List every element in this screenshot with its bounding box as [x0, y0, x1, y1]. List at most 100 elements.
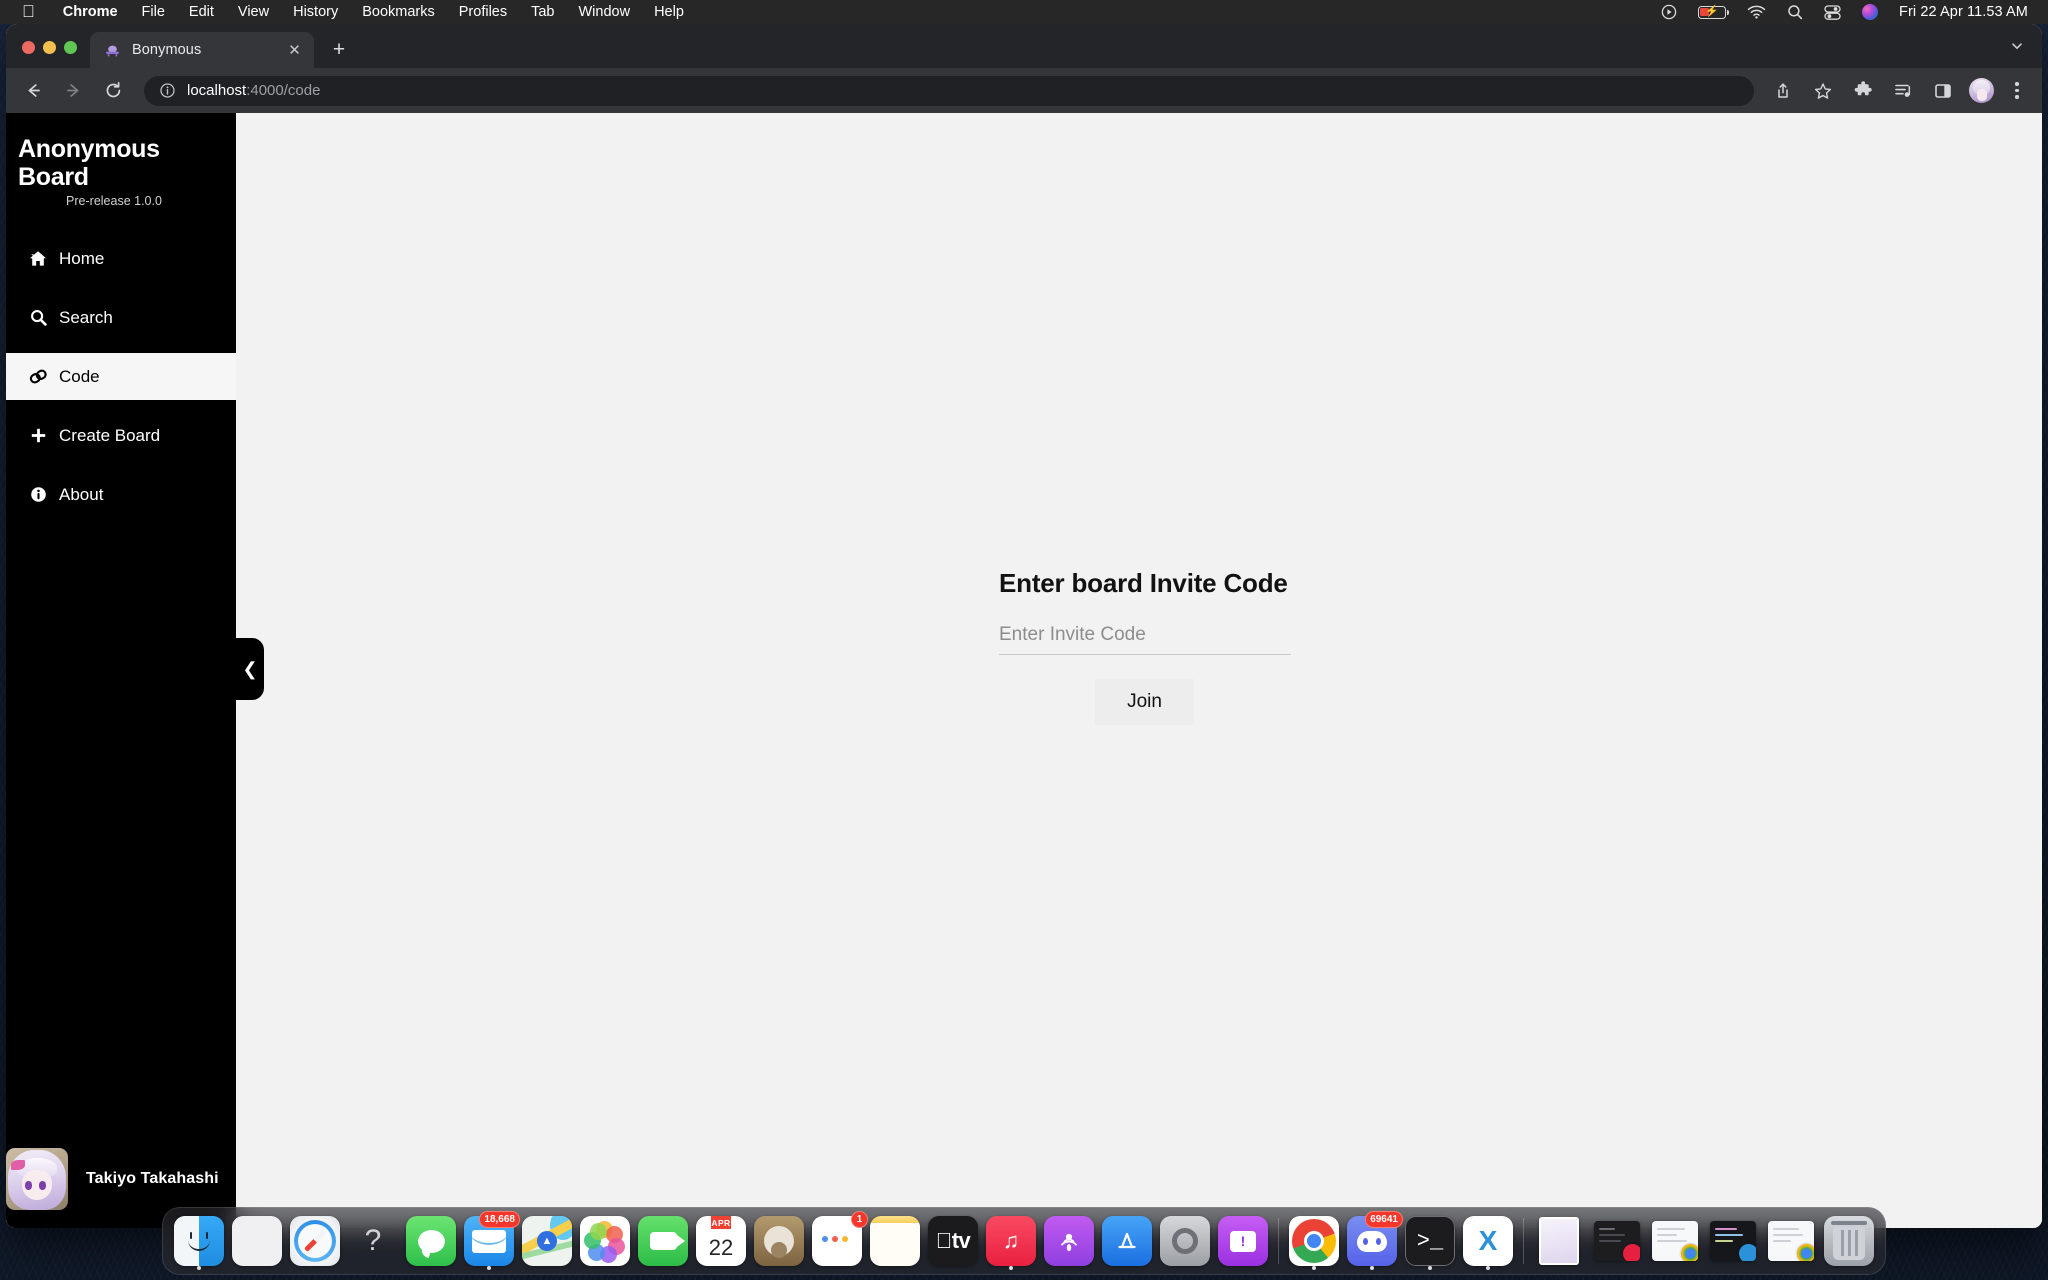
screen-record-icon[interactable]: [1661, 4, 1677, 20]
apple-menu-icon[interactable]: : [0, 3, 51, 20]
battery-icon[interactable]: ⚡: [1698, 5, 1730, 19]
chrome-menu-kebab-icon[interactable]: [2004, 78, 2030, 104]
dock-app-question-mark[interactable]: ?: [345, 1213, 401, 1269]
app-sidebar: Anonymous Board Pre-release 1.0.0 Home S…: [6, 113, 236, 1228]
dock-app-app-store[interactable]: [1099, 1213, 1155, 1269]
tab-search-chevron-down-icon[interactable]: [2004, 33, 2030, 59]
menu-file[interactable]: File: [130, 4, 177, 20]
dock-app-facetime[interactable]: [635, 1213, 691, 1269]
menu-tab[interactable]: Tab: [519, 4, 566, 20]
menu-help[interactable]: Help: [642, 4, 696, 20]
chat-glyph: !: [1230, 1230, 1256, 1252]
dock-app-finder[interactable]: [171, 1213, 227, 1270]
sidebar-item-home[interactable]: Home: [6, 235, 236, 282]
sidebar-collapse-toggle[interactable]: ❮: [236, 638, 264, 700]
invite-code-input[interactable]: [999, 621, 1291, 655]
menu-history[interactable]: History: [281, 4, 350, 20]
side-panel-icon[interactable]: [1926, 74, 1960, 108]
dock-app-system-preferences[interactable]: [1157, 1213, 1213, 1269]
dock-app-messages[interactable]: [403, 1213, 459, 1269]
dock-minimized-anime-window[interactable]: [1531, 1213, 1587, 1269]
dock-app-launchpad[interactable]: [229, 1213, 285, 1269]
siri-icon[interactable]: [1862, 4, 1879, 20]
dock-app-music[interactable]: ♫: [983, 1213, 1039, 1270]
window-traffic-lights: [6, 41, 90, 68]
bookmark-star-icon[interactable]: [1806, 74, 1840, 108]
extensions-puzzle-icon[interactable]: [1846, 74, 1880, 108]
forward-button[interactable]: [56, 74, 90, 108]
spotlight-search-icon[interactable]: [1787, 4, 1803, 20]
dock-minimized-vscode-window[interactable]: [1705, 1213, 1761, 1269]
bonymous-favicon-icon: [104, 42, 121, 59]
info-circle-icon: [28, 486, 48, 503]
dock-minimized-chrome-window-1[interactable]: [1647, 1213, 1703, 1269]
dock-app-calendar[interactable]: APR 22: [693, 1213, 749, 1269]
terminal-prompt-glyph: >_: [1416, 1228, 1444, 1254]
address-bar[interactable]: localhost:4000/code: [144, 75, 1754, 106]
macos-dock: ? 18,668 ▲ APR 22 1 tv ♫ ! 69641 >_ X: [162, 1207, 1886, 1275]
control-center-icon[interactable]: [1824, 4, 1841, 20]
browser-toolbar: localhost:4000/code: [6, 68, 2042, 113]
address-bar-host: localhost: [187, 82, 247, 99]
sidebar-item-create-board[interactable]: Create Board: [6, 412, 236, 459]
close-window-button[interactable]: [22, 41, 35, 54]
macos-menu-bar:  Chrome File Edit View History Bookmark…: [0, 0, 2048, 24]
sidebar-item-search[interactable]: Search: [6, 294, 236, 341]
mail-unread-badge: 18,668: [479, 1211, 520, 1228]
reload-button[interactable]: [96, 74, 130, 108]
address-bar-path: :4000/code: [246, 82, 321, 99]
dock-app-chrome[interactable]: [1286, 1213, 1342, 1270]
home-icon: [28, 250, 48, 267]
apple-tv-label: tv: [943, 1228, 971, 1253]
menu-chrome[interactable]: Chrome: [51, 4, 130, 20]
maximize-window-button[interactable]: [64, 41, 77, 54]
dock-app-podcasts[interactable]: [1041, 1213, 1097, 1269]
dock-app-contacts[interactable]: [751, 1213, 807, 1269]
toolbar-right-icons: [1763, 74, 2030, 108]
dock-app-vscode[interactable]: X: [1460, 1213, 1516, 1270]
menu-edit[interactable]: Edit: [177, 4, 226, 20]
vscode-glyph: X: [1478, 1225, 1498, 1256]
dock-app-maps[interactable]: ▲: [519, 1213, 575, 1269]
menu-view[interactable]: View: [226, 4, 281, 20]
media-playlist-icon[interactable]: [1886, 74, 1920, 108]
dock-minimized-chrome-window-2[interactable]: [1763, 1213, 1819, 1269]
tab-close-icon[interactable]: ✕: [285, 41, 304, 60]
dock-app-notes[interactable]: [867, 1213, 923, 1269]
dock-app-apple-tv[interactable]: tv: [925, 1213, 981, 1269]
dock-minimized-music-window[interactable]: [1589, 1213, 1645, 1269]
browser-tab-bonymous[interactable]: Bonymous ✕: [90, 32, 314, 68]
menubar-clock[interactable]: Fri 22 Apr 11.53 AM: [1899, 4, 2028, 20]
dock-app-safari[interactable]: [287, 1213, 343, 1269]
dock-app-reminders[interactable]: 1: [809, 1211, 868, 1269]
site-info-icon[interactable]: [159, 82, 176, 99]
menu-bookmarks[interactable]: Bookmarks: [350, 4, 447, 20]
dock-app-photos[interactable]: [577, 1213, 633, 1269]
menu-window[interactable]: Window: [567, 4, 643, 20]
sidebar-brand: Anonymous Board Pre-release 1.0.0: [6, 113, 236, 209]
wifi-icon[interactable]: [1747, 5, 1766, 19]
dock-app-discord[interactable]: 69641: [1344, 1211, 1403, 1270]
sidebar-item-label: Search: [59, 308, 113, 328]
minimize-window-button[interactable]: [43, 41, 56, 54]
avatar: [6, 1148, 68, 1210]
back-button[interactable]: [16, 74, 50, 108]
new-tab-button[interactable]: +: [324, 34, 354, 64]
sidebar-item-label: Home: [59, 249, 105, 269]
sidebar-item-label: Create Board: [59, 426, 161, 446]
dock-separator-1: [1278, 1218, 1279, 1264]
music-note-icon: ♫: [1002, 1228, 1020, 1253]
sidebar-item-about[interactable]: About: [6, 471, 236, 518]
sidebar-item-label: Code: [59, 367, 100, 387]
dock-trash[interactable]: [1821, 1213, 1877, 1269]
sidebar-item-code[interactable]: Code: [6, 353, 236, 401]
link-icon: [28, 368, 48, 385]
share-icon[interactable]: [1766, 74, 1800, 108]
dock-app-chat[interactable]: !: [1215, 1213, 1271, 1269]
join-button[interactable]: Join: [1095, 679, 1194, 725]
dock-app-mail[interactable]: 18,668: [461, 1211, 520, 1270]
desktop:  Chrome File Edit View History Bookmark…: [0, 0, 2048, 1280]
dock-app-terminal[interactable]: >_: [1402, 1213, 1458, 1270]
profile-avatar-icon[interactable]: [1969, 78, 1994, 103]
menu-profiles[interactable]: Profiles: [447, 4, 519, 20]
